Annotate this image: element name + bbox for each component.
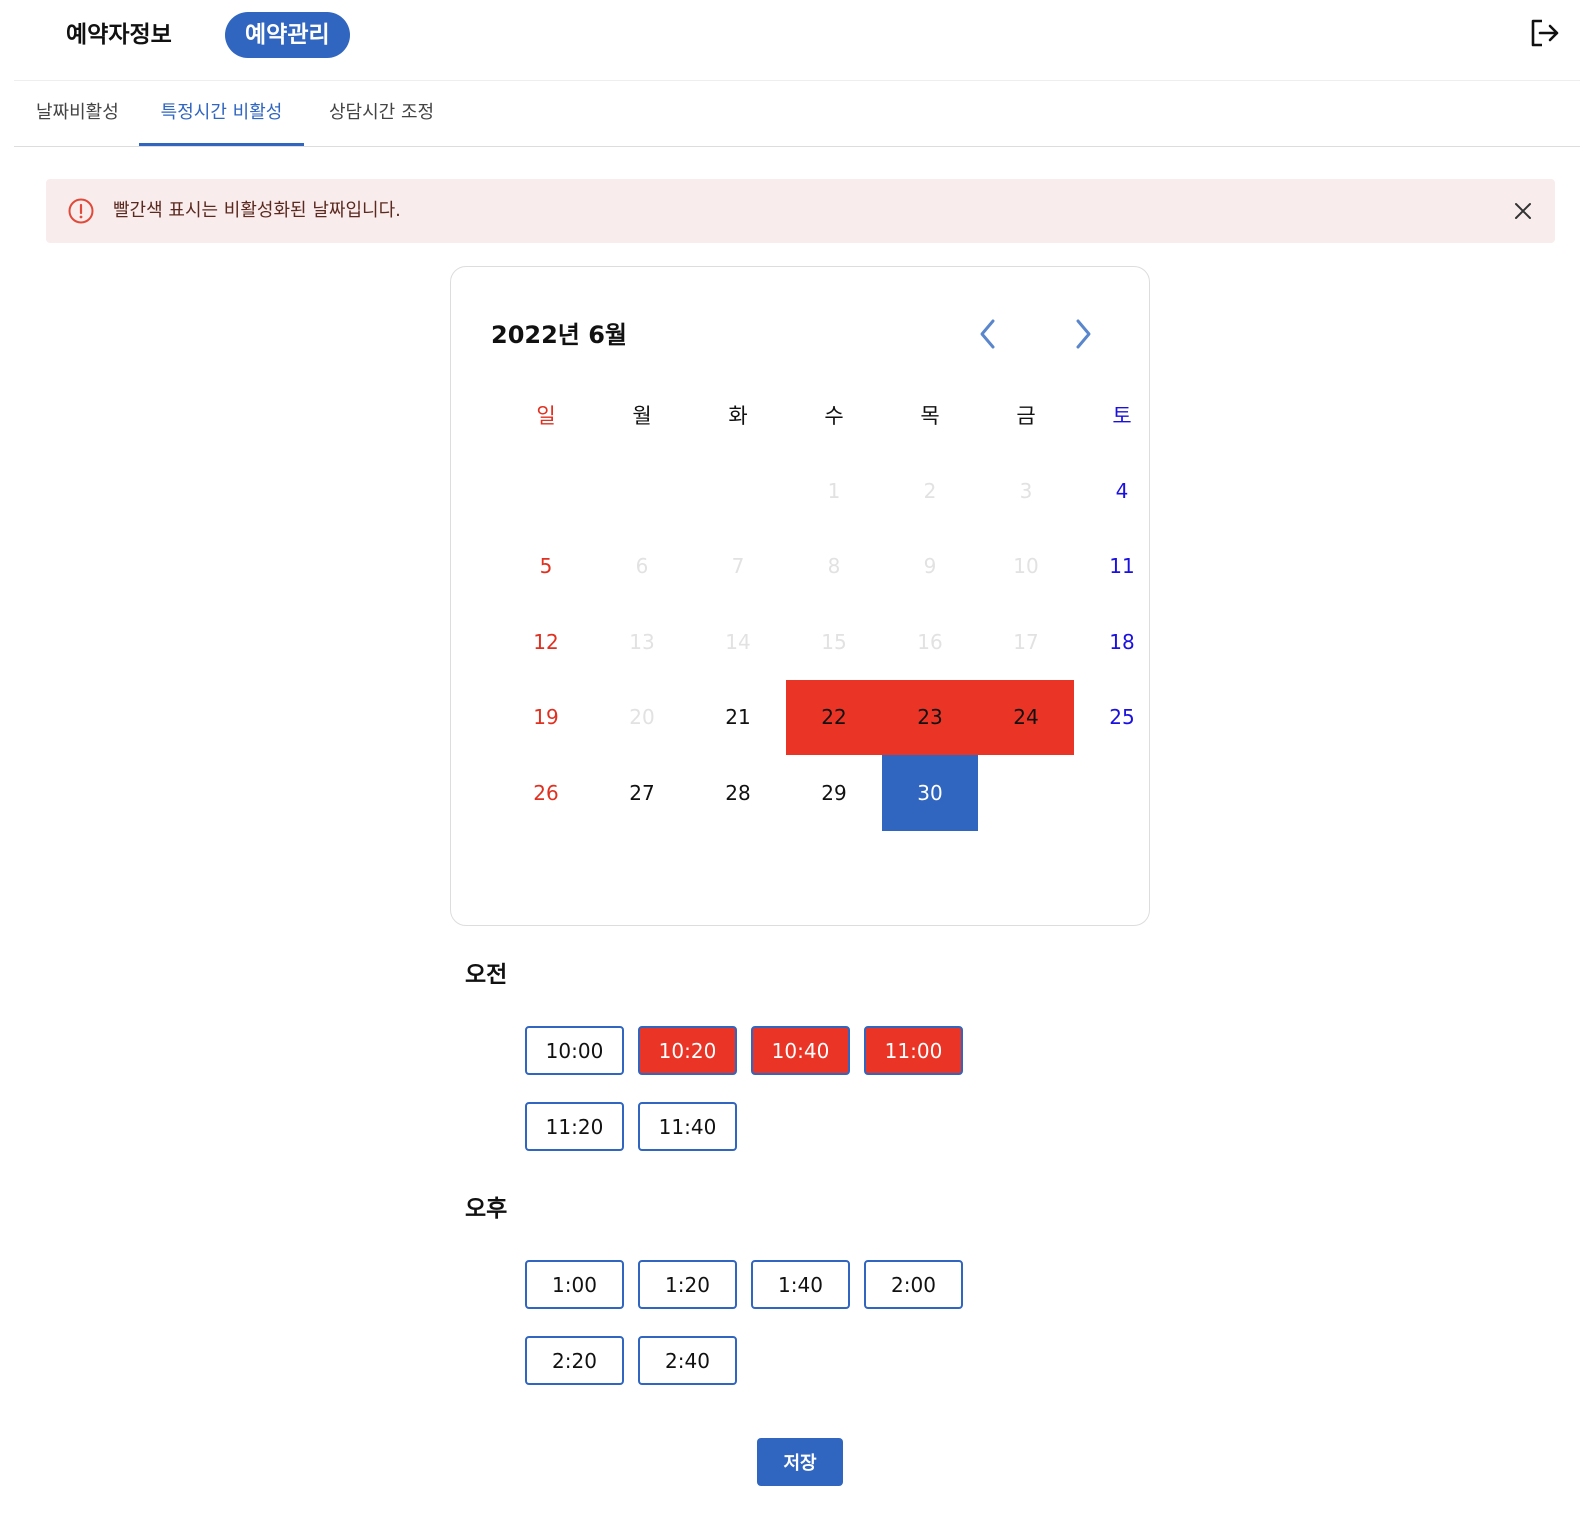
calendar-day[interactable]: 22 bbox=[786, 679, 882, 755]
weekday-header-row: 일월화수목금토 bbox=[498, 377, 1170, 453]
time-slot-button[interactable]: 11:40 bbox=[638, 1102, 737, 1151]
calendar-week-row: 19 20 21 22 23 24 25 bbox=[498, 679, 1170, 756]
chevron-right-icon[interactable] bbox=[1068, 317, 1098, 351]
calendar-day[interactable]: 29 bbox=[786, 755, 882, 831]
calendar-day[interactable]: 18 bbox=[1074, 604, 1170, 680]
time-slot-button[interactable]: 2:20 bbox=[525, 1336, 624, 1385]
weekday-label: 토 bbox=[1112, 404, 1132, 428]
calendar-day: 1 bbox=[827, 478, 841, 503]
time-slot-button[interactable]: 2:00 bbox=[864, 1260, 963, 1309]
morning-slot-list: 10:00 10:20 10:40 11:00 11:20 11:40 bbox=[525, 1026, 1085, 1178]
alert-circle-icon bbox=[68, 198, 94, 224]
calendar-day[interactable]: 5 bbox=[498, 529, 594, 605]
time-slot-button[interactable]: 1:00 bbox=[525, 1260, 624, 1309]
weekday-label: 화 bbox=[728, 404, 748, 428]
calendar-day[interactable]: 25 bbox=[1074, 680, 1170, 756]
afternoon-section-title: 오후 bbox=[465, 1196, 508, 1222]
nav-reservation-manage[interactable]: 예약관리 bbox=[225, 12, 350, 58]
tab-date-disable[interactable]: 날짜비활성 bbox=[36, 80, 119, 146]
calendar-day: 15 bbox=[821, 629, 847, 654]
calendar-empty-cell bbox=[594, 453, 690, 529]
calendar-day[interactable]: 27 bbox=[594, 755, 690, 831]
calendar-day: 20 bbox=[629, 705, 655, 730]
afternoon-slot-list: 1:00 1:20 1:40 2:00 2:20 2:40 bbox=[525, 1260, 1085, 1412]
calendar-day: 6 bbox=[635, 554, 649, 579]
time-slot-button[interactable]: 11:20 bbox=[525, 1102, 624, 1151]
tab-time-disable[interactable]: 특정시간 비활성 bbox=[139, 80, 304, 146]
calendar-day: 17 bbox=[1013, 629, 1039, 654]
calendar-day[interactable]: 28 bbox=[690, 755, 786, 831]
calendar-day: 14 bbox=[725, 629, 751, 654]
chevron-left-icon[interactable] bbox=[973, 317, 1003, 351]
calendar-day: 9 bbox=[923, 554, 937, 579]
time-slot-button[interactable]: 1:40 bbox=[751, 1260, 850, 1309]
calendar-week-row: 1 2 3 4 bbox=[498, 453, 1170, 529]
morning-section-title: 오전 bbox=[465, 962, 508, 988]
calendar-week-row: 12 13 14 15 16 17 18 bbox=[498, 604, 1170, 680]
logout-icon[interactable] bbox=[1528, 16, 1562, 50]
calendar-day[interactable]: 30 bbox=[882, 755, 978, 831]
calendar-day[interactable]: 24 bbox=[978, 679, 1074, 755]
calendar-day: 7 bbox=[731, 554, 745, 579]
calendar-empty-cell bbox=[690, 453, 786, 529]
top-nav-bar: 예약자정보 예약관리 bbox=[14, 0, 1580, 81]
alert-message: 빨간색 표시는 비활성화된 날짜입니다. bbox=[113, 200, 401, 221]
calendar-empty-cell bbox=[1074, 755, 1170, 831]
calendar: 2022년 6월 일월화수목금토 1 2 3 4 5 6 7 8 9 10 11 12 13 14 15 16… bbox=[450, 266, 1150, 926]
calendar-grid: 일월화수목금토 1 2 3 4 5 6 7 8 9 10 11 12 13 14 15 16 17 18 19 20 2… bbox=[498, 377, 1170, 831]
calendar-day: 10 bbox=[1013, 554, 1039, 579]
calendar-month-title: 2022년 6월 bbox=[491, 321, 628, 349]
time-slot-button[interactable]: 11:00 bbox=[864, 1026, 963, 1075]
calendar-day[interactable]: 26 bbox=[498, 755, 594, 831]
weekday-label: 수 bbox=[824, 404, 844, 428]
calendar-day: 13 bbox=[629, 629, 655, 654]
weekday-label: 금 bbox=[1016, 404, 1036, 428]
calendar-empty-cell bbox=[978, 755, 1074, 831]
weekday-label: 목 bbox=[920, 404, 940, 428]
time-slot-button[interactable]: 1:20 bbox=[638, 1260, 737, 1309]
calendar-empty-cell bbox=[498, 453, 594, 529]
weekday-label: 일 bbox=[536, 404, 556, 428]
weekday-label: 월 bbox=[632, 404, 652, 428]
calendar-day[interactable]: 23 bbox=[882, 679, 978, 755]
calendar-day: 8 bbox=[827, 554, 841, 579]
calendar-day[interactable]: 21 bbox=[690, 680, 786, 756]
calendar-day: 2 bbox=[923, 478, 937, 503]
info-alert: 빨간색 표시는 비활성화된 날짜입니다. bbox=[46, 179, 1555, 243]
nav-reserver-info[interactable]: 예약자정보 bbox=[66, 12, 172, 58]
calendar-day[interactable]: 11 bbox=[1074, 529, 1170, 605]
time-slot-button[interactable]: 10:00 bbox=[525, 1026, 624, 1075]
calendar-day: 3 bbox=[1019, 478, 1033, 503]
calendar-day: 16 bbox=[917, 629, 943, 654]
save-button[interactable]: 저장 bbox=[757, 1438, 843, 1486]
time-slot-button[interactable]: 10:40 bbox=[751, 1026, 850, 1075]
calendar-week-row: 5 6 7 8 9 10 11 bbox=[498, 529, 1170, 605]
close-icon[interactable] bbox=[1511, 199, 1535, 223]
sub-tab-bar: 날짜비활성 특정시간 비활성 상담시간 조정 bbox=[14, 80, 1580, 147]
calendar-day[interactable]: 12 bbox=[498, 604, 594, 680]
time-slot-button[interactable]: 10:20 bbox=[638, 1026, 737, 1075]
time-slot-button[interactable]: 2:40 bbox=[638, 1336, 737, 1385]
tab-consult-time[interactable]: 상담시간 조정 bbox=[329, 80, 434, 146]
calendar-day[interactable]: 19 bbox=[498, 680, 594, 756]
calendar-day[interactable]: 4 bbox=[1074, 453, 1170, 529]
calendar-week-row: 26 27 28 29 30 bbox=[498, 755, 1170, 831]
